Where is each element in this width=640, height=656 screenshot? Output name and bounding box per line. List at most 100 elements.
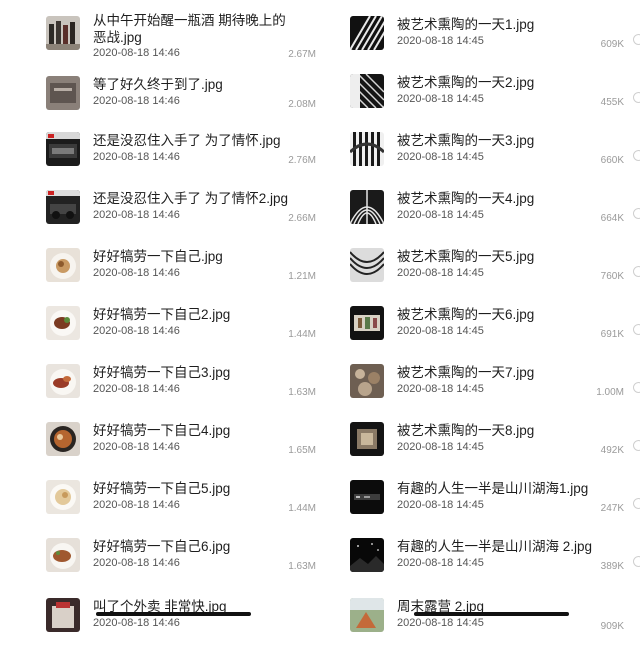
file-date: 2020-08-18 14:46 (93, 151, 180, 163)
file-size: 455K (600, 97, 624, 108)
select-radio-icon[interactable] (633, 324, 640, 335)
thumbnail-architecture-image (350, 132, 384, 166)
file-date: 2020-08-18 14:45 (397, 325, 484, 337)
file-name: 好好犒劳一下自己3.jpg (93, 365, 231, 380)
file-date: 2020-08-18 14:46 (93, 557, 180, 569)
thumbnail-wine-bottles-image (46, 16, 80, 50)
file-row[interactable]: 被艺术熏陶的一天6.jpg 2020-08-18 14:45 691K (320, 306, 640, 364)
select-radio-icon[interactable] (633, 150, 640, 161)
file-row[interactable]: 好好犒劳一下自己2.jpg 2020-08-18 14:46 1.44M (0, 306, 320, 364)
file-size: 1.44M (288, 503, 316, 514)
file-size: 1.63M (288, 561, 316, 572)
file-size: 1.65M (288, 445, 316, 456)
file-row[interactable]: 等了好久终于到了.jpg 2020-08-18 14:46 2.08M (0, 76, 320, 134)
select-radio-icon[interactable] (633, 556, 640, 567)
file-name: 有趣的人生一半是山川湖海 2.jpg (397, 539, 593, 554)
file-name: 好好犒劳一下自己.jpg (93, 249, 223, 264)
file-date: 2020-08-18 14:45 (397, 267, 484, 279)
thumbnail-takeout-image (46, 598, 80, 632)
select-radio-icon[interactable] (633, 208, 640, 219)
select-radio-icon[interactable] (633, 440, 640, 451)
file-name: 等了好久终于到了.jpg (93, 77, 223, 92)
file-row[interactable]: 好好犒劳一下自己.jpg 2020-08-18 14:46 1.21M (0, 248, 320, 306)
file-row[interactable]: 好好犒劳一下自己3.jpg 2020-08-18 14:46 1.63M (0, 364, 320, 422)
file-date: 2020-08-18 14:46 (93, 267, 180, 279)
file-date: 2020-08-18 14:46 (93, 499, 180, 511)
file-date: 2020-08-18 14:45 (397, 151, 484, 163)
file-row[interactable]: 周末露营 2.jpg 2020-08-18 14:45 909K (320, 598, 640, 656)
select-radio-icon[interactable] (633, 266, 640, 277)
thumbnail-architecture-image (350, 190, 384, 224)
file-size: 1.21M (288, 271, 316, 282)
thumbnail-lego-car-image (46, 190, 80, 224)
thumbnail-night-scene-image (350, 538, 384, 572)
file-row[interactable]: 好好犒劳一下自己6.jpg 2020-08-18 14:46 1.63M (0, 538, 320, 596)
file-row[interactable]: 还是没忍住入手了 为了情怀.jpg 2020-08-18 14:46 2.76M (0, 132, 320, 190)
file-size: 609K (600, 39, 624, 50)
file-name: 被艺术熏陶的一天4.jpg (397, 191, 535, 206)
home-indicator-right (414, 612, 569, 616)
select-radio-icon[interactable] (633, 34, 640, 45)
file-row[interactable]: 从中午开始醒一瓶酒 期待晚上的恶战.jpg 2020-08-18 14:46 2… (0, 13, 320, 74)
file-size: 760K (600, 271, 624, 282)
file-date: 2020-08-18 14:45 (397, 35, 484, 47)
select-radio-icon[interactable] (633, 92, 640, 103)
thumbnail-architecture-image (350, 248, 384, 282)
file-name: 被艺术熏陶的一天2.jpg (397, 75, 535, 90)
file-date: 2020-08-18 14:45 (397, 209, 484, 221)
file-date: 2020-08-18 14:46 (93, 383, 180, 395)
thumbnail-food-plate-image (46, 364, 80, 398)
file-row[interactable]: 被艺术熏陶的一天1.jpg 2020-08-18 14:45 609K (320, 16, 640, 74)
file-size: 660K (600, 155, 624, 166)
file-name: 被艺术熏陶的一天3.jpg (397, 133, 535, 148)
thumbnail-food-plate-image (46, 538, 80, 572)
file-name: 被艺术熏陶的一天1.jpg (397, 17, 535, 32)
file-row[interactable]: 被艺术熏陶的一天3.jpg 2020-08-18 14:45 660K (320, 132, 640, 190)
file-date: 2020-08-18 14:46 (93, 95, 180, 107)
file-row[interactable]: 好好犒劳一下自己5.jpg 2020-08-18 14:46 1.44M (0, 480, 320, 538)
file-size: 2.76M (288, 155, 316, 166)
file-size: 1.63M (288, 387, 316, 398)
file-row[interactable]: 还是没忍住入手了 为了情怀2.jpg 2020-08-18 14:46 2.66… (0, 190, 320, 248)
file-size: 2.67M (288, 49, 316, 60)
file-size: 2.66M (288, 213, 316, 224)
file-size: 1.44M (288, 329, 316, 340)
file-size: 909K (600, 621, 624, 632)
file-date: 2020-08-18 14:45 (397, 499, 484, 511)
file-date: 2020-08-18 14:45 (397, 93, 484, 105)
file-size: 492K (600, 445, 624, 456)
file-date: 2020-08-18 14:45 (397, 441, 484, 453)
file-size: 691K (600, 329, 624, 340)
select-radio-icon[interactable] (633, 498, 640, 509)
file-row[interactable]: 被艺术熏陶的一天5.jpg 2020-08-18 14:45 760K (320, 248, 640, 306)
file-size: 664K (600, 213, 624, 224)
file-name: 有趣的人生一半是山川湖海1.jpg (397, 481, 589, 496)
file-row[interactable]: 有趣的人生一半是山川湖海 2.jpg 2020-08-18 14:45 389K (320, 538, 640, 596)
thumbnail-night-scene-image (350, 480, 384, 514)
file-row[interactable]: 有趣的人生一半是山川湖海1.jpg 2020-08-18 14:45 247K (320, 480, 640, 538)
file-row[interactable]: 叫了个外卖 非常快.jpg 2020-08-18 14:46 (0, 598, 320, 656)
file-date: 2020-08-18 14:45 (397, 557, 484, 569)
file-row[interactable]: 被艺术熏陶的一天8.jpg 2020-08-18 14:45 492K (320, 422, 640, 480)
file-size: 2.08M (288, 99, 316, 110)
file-row[interactable]: 被艺术熏陶的一天2.jpg 2020-08-18 14:45 455K (320, 74, 640, 132)
thumbnail-lego-box-image (46, 132, 80, 166)
select-radio-icon[interactable] (633, 382, 640, 393)
file-date: 2020-08-18 14:46 (93, 617, 180, 629)
file-row[interactable]: 被艺术熏陶的一天7.jpg 2020-08-18 14:45 1.00M (320, 364, 640, 422)
file-name: 好好犒劳一下自己5.jpg (93, 481, 231, 496)
file-name: 被艺术熏陶的一天7.jpg (397, 365, 535, 380)
thumbnail-camping-image (350, 598, 384, 632)
file-size: 1.00M (596, 387, 624, 398)
file-date: 2020-08-18 14:46 (93, 441, 180, 453)
file-name: 被艺术熏陶的一天6.jpg (397, 307, 535, 322)
thumbnail-architecture-image (350, 16, 384, 50)
file-name: 被艺术熏陶的一天8.jpg (397, 423, 535, 438)
file-name: 从中午开始醒一瓶酒 期待晚上的恶战.jpg (93, 13, 286, 45)
file-name: 好好犒劳一下自己4.jpg (93, 423, 231, 438)
file-list-right: 被艺术熏陶的一天1.jpg 2020-08-18 14:45 609K 被艺术熏… (320, 0, 640, 640)
thumbnail-gallery-image (350, 364, 384, 398)
file-name: 还是没忍住入手了 为了情怀2.jpg (93, 191, 289, 206)
file-row[interactable]: 好好犒劳一下自己4.jpg 2020-08-18 14:46 1.65M (0, 422, 320, 480)
file-row[interactable]: 被艺术熏陶的一天4.jpg 2020-08-18 14:45 664K (320, 190, 640, 248)
